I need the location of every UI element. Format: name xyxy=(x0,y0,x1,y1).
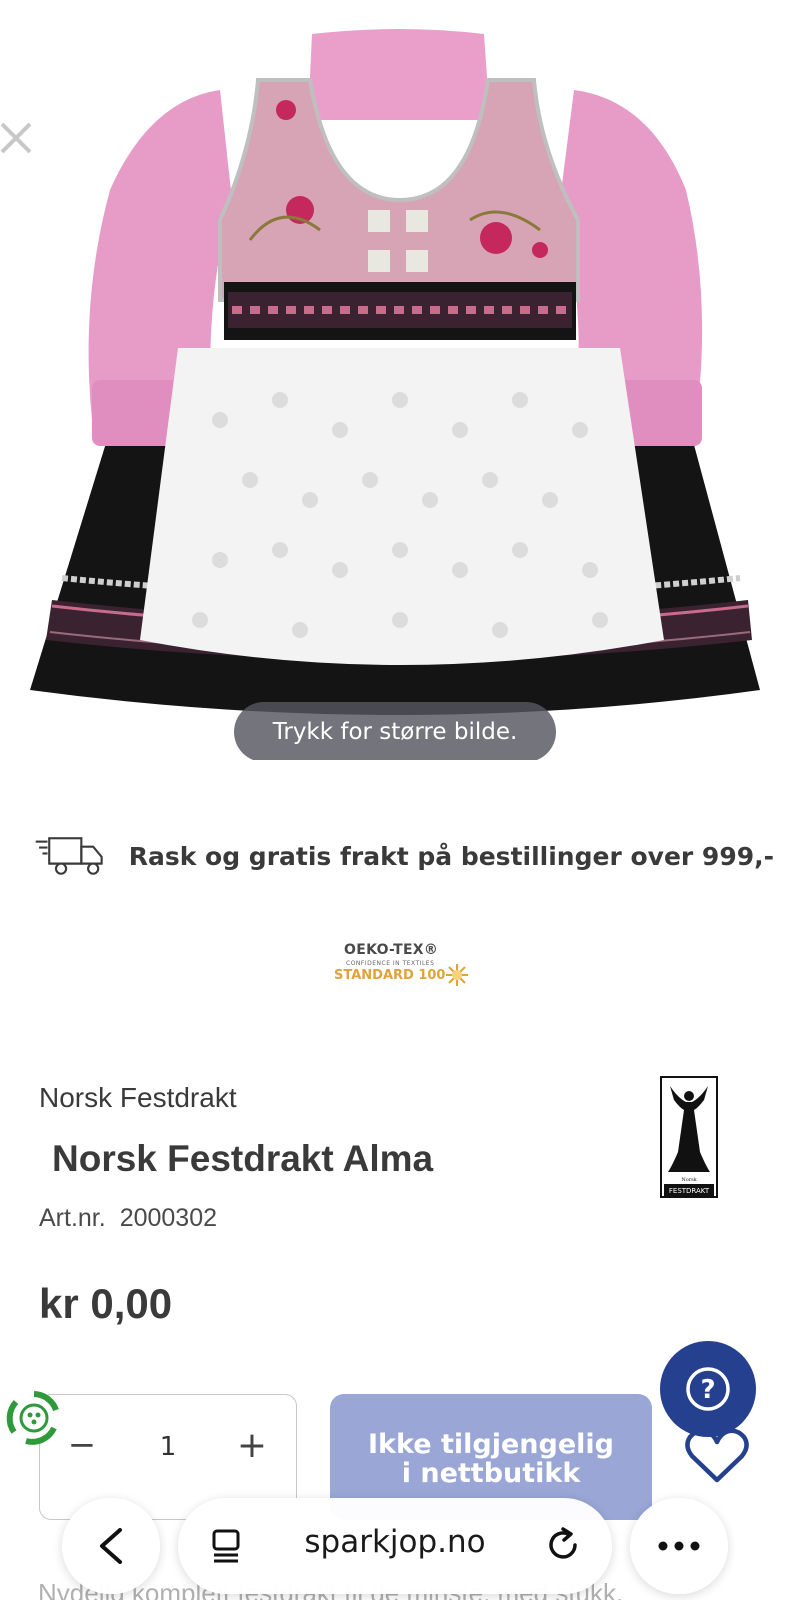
quantity-input[interactable]: 1 xyxy=(148,1427,188,1467)
quantity-decrease-button[interactable]: − xyxy=(62,1425,102,1465)
brand-logo-text-top: Norsk xyxy=(681,1177,697,1183)
browser-back-button[interactable] xyxy=(62,1498,160,1594)
product-image[interactable]: Trykk for større bilde. xyxy=(0,0,794,760)
help-label: ? xyxy=(700,1375,715,1405)
unavailable-line-1: Ikke tilgjengelig xyxy=(368,1429,614,1460)
product-price: kr 0,00 xyxy=(39,1280,173,1327)
zoom-hint[interactable]: Trykk for større bilde. xyxy=(234,702,556,760)
oeko-flower-icon xyxy=(446,964,468,986)
heart-icon[interactable] xyxy=(684,1426,750,1486)
article-number-label: Art.nr. xyxy=(39,1204,106,1232)
brand-logo-text-bottom: FESTDRAKT xyxy=(669,1187,710,1195)
brand-logo[interactable]: Norsk FESTDRAKT xyxy=(660,1076,718,1198)
address-bar[interactable]: sparkjop.no xyxy=(178,1498,612,1594)
shipping-info: Rask og gratis frakt på bestillinger ove… xyxy=(34,826,774,886)
unavailable-line-2: i nettbutikk xyxy=(401,1458,581,1489)
quantity-increase-button[interactable]: + xyxy=(232,1425,272,1466)
oeko-tex-standard: STANDARD 100 xyxy=(334,968,446,983)
brand-name[interactable]: Norsk Festdrakt xyxy=(39,1082,237,1114)
oeko-tex-badge: OEKO-TEX® CONFIDENCE IN TEXTILES STANDAR… xyxy=(334,942,474,992)
more-icon xyxy=(658,1541,700,1551)
close-icon[interactable] xyxy=(0,118,34,158)
chevron-left-icon xyxy=(100,1528,122,1564)
article-number-value: 2000302 xyxy=(119,1204,218,1232)
recycle-icon[interactable] xyxy=(4,1388,64,1448)
oeko-tex-tagline: CONFIDENCE IN TEXTILES xyxy=(346,960,435,967)
shipping-text: Rask og gratis frakt på bestillinger ove… xyxy=(128,841,774,871)
dress-illustration xyxy=(30,29,760,715)
delivery-truck-icon xyxy=(35,837,103,875)
product-title: Norsk Festdrakt Alma xyxy=(52,1138,434,1179)
browser-more-button[interactable] xyxy=(630,1498,728,1594)
question-icon: ? xyxy=(686,1367,730,1411)
reload-icon[interactable] xyxy=(544,1526,582,1564)
article-number: Art.nr. 2000302 xyxy=(39,1204,217,1233)
oeko-tex-label: OEKO-TEX® xyxy=(344,942,439,958)
help-chat-button[interactable]: ? xyxy=(660,1341,756,1437)
